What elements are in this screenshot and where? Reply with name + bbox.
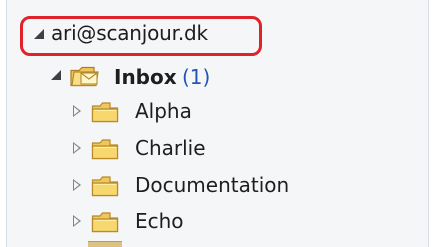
folder-icon <box>91 212 119 233</box>
partial-folder-icon <box>88 241 122 247</box>
folder-icon <box>91 102 119 123</box>
folder-label: Echo <box>135 209 184 233</box>
inbox-label: Inbox <box>114 65 177 89</box>
collapse-arrow-icon[interactable] <box>73 215 81 227</box>
folder-label: Charlie <box>135 136 206 160</box>
folder-item-echo[interactable]: Echo <box>71 208 351 236</box>
folder-label: Documentation <box>135 173 290 197</box>
folder-item-charlie[interactable]: Charlie <box>71 135 351 163</box>
mail-folder-pane: ari@scanjour.dk Inbox (1) Alpha Charlie <box>6 0 429 247</box>
inbox-folder[interactable]: Inbox (1) <box>51 63 271 89</box>
account-email-label: ari@scanjour.dk <box>51 21 208 45</box>
account-folder[interactable]: ari@scanjour.dk <box>20 16 262 56</box>
folder-label: Alpha <box>135 99 192 123</box>
collapse-arrow-icon[interactable] <box>73 142 81 154</box>
folder-icon <box>91 139 119 160</box>
collapse-arrow-icon[interactable] <box>73 179 81 191</box>
folder-item-documentation[interactable]: Documentation <box>71 172 351 200</box>
collapse-arrow-icon[interactable] <box>73 105 81 117</box>
expand-arrow-icon[interactable] <box>51 70 61 80</box>
folder-icon <box>91 176 119 197</box>
inbox-folder-icon <box>70 66 99 87</box>
folder-item-alpha[interactable]: Alpha <box>71 98 351 126</box>
expand-arrow-icon[interactable] <box>34 29 44 39</box>
inbox-unread-count: (1) <box>182 65 211 89</box>
